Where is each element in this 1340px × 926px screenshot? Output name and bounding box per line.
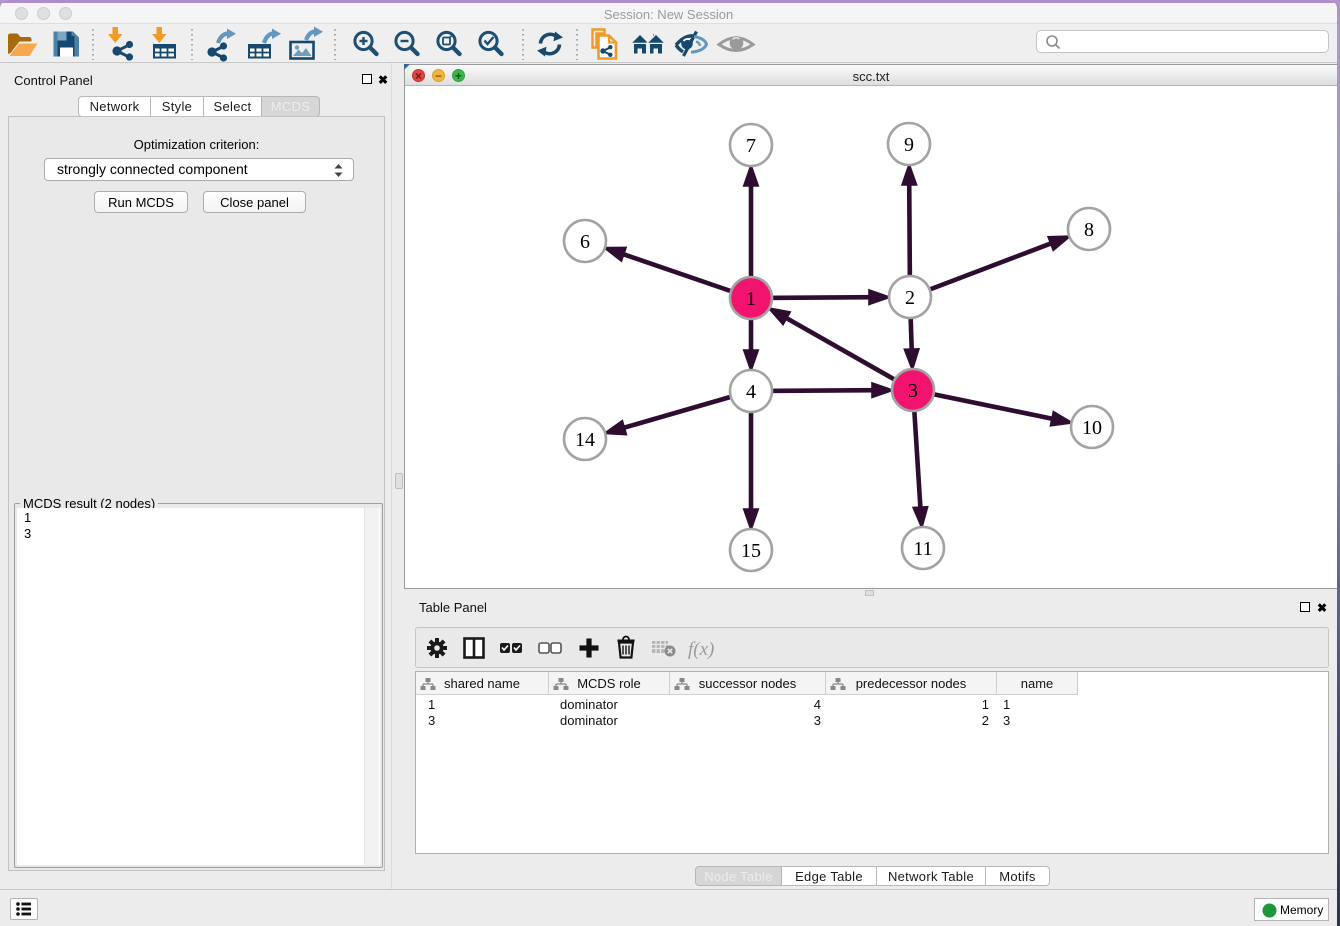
svg-text:7: 7 [746,135,756,157]
svg-text:8: 8 [1084,219,1094,241]
svg-text:15: 15 [741,540,761,562]
svg-text:3: 3 [908,380,918,402]
svg-text:4: 4 [746,381,756,403]
svg-text:1: 1 [746,288,756,310]
svg-text:9: 9 [904,134,914,156]
svg-text:10: 10 [1082,417,1102,439]
svg-text:14: 14 [575,429,595,451]
svg-text:2: 2 [905,287,915,309]
svg-text:11: 11 [913,538,932,560]
svg-text:f(x): f(x) [688,639,714,660]
svg-text:6: 6 [580,231,590,253]
